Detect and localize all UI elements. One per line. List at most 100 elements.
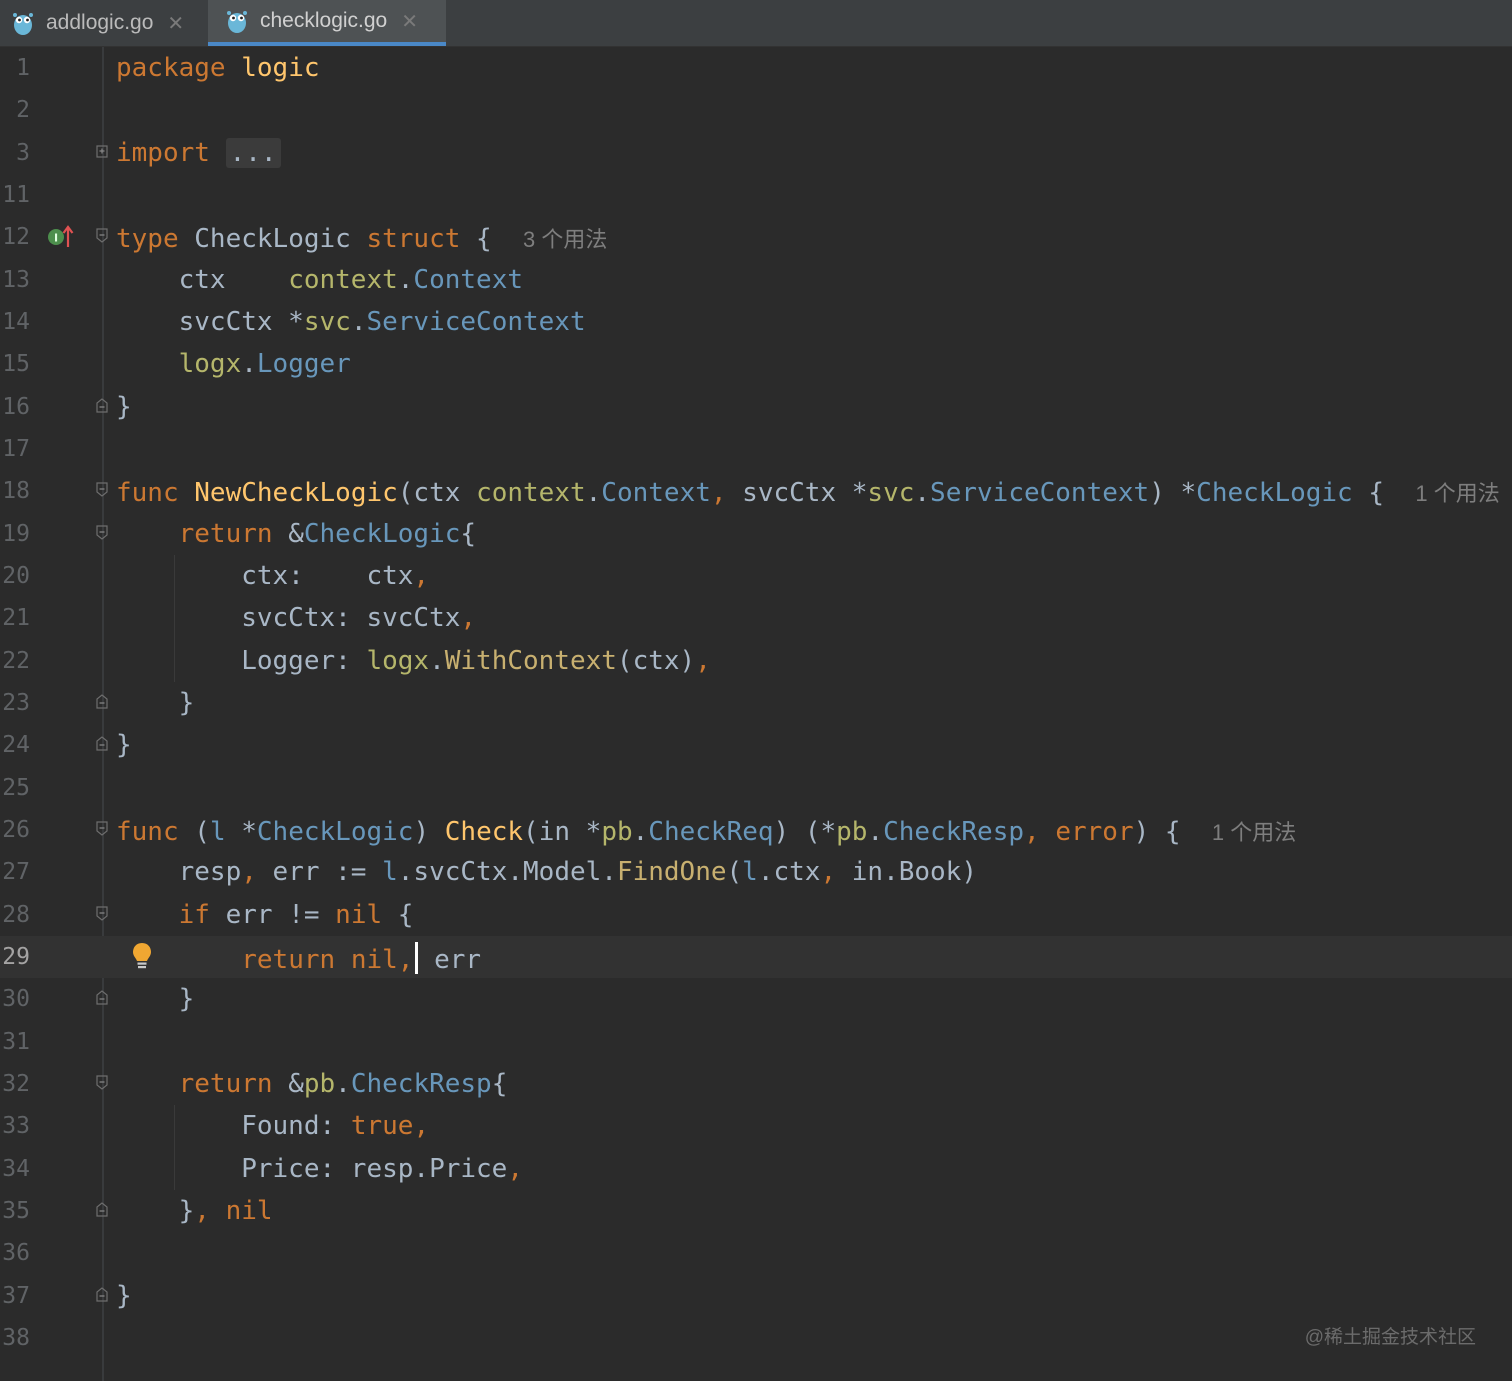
code-text[interactable]: svcCtx: svcCtx, (116, 603, 476, 633)
usage-hint[interactable]: 1 个用法 (1212, 820, 1296, 845)
code-text[interactable]: } (116, 688, 195, 718)
code-token: . (397, 265, 414, 295)
code-token: ) { (1133, 817, 1212, 847)
code-text[interactable]: logx.Logger (116, 349, 351, 379)
code-line[interactable]: 38 (0, 1317, 1512, 1359)
line-number: 38 (2, 1325, 30, 1351)
fold-toggle-icon[interactable] (96, 398, 108, 413)
code-line[interactable]: 32 return &pb.CheckResp{ (0, 1063, 1512, 1105)
code-line[interactable]: 27 resp, err := l.svcCtx.Model.FindOne(l… (0, 851, 1512, 893)
code-line[interactable]: 13 ctx context.Context (0, 259, 1512, 301)
code-text[interactable]: } (116, 730, 132, 760)
fold-toggle-icon[interactable] (96, 1287, 108, 1302)
code-line[interactable]: 33 Found: true, (0, 1105, 1512, 1147)
code-text[interactable]: return &CheckLogic{ (116, 519, 476, 549)
code-line[interactable]: 19 return &CheckLogic{ (0, 513, 1512, 555)
usage-hint[interactable]: 1 个用法 (1415, 481, 1499, 506)
fold-toggle-icon[interactable] (96, 525, 108, 540)
code-token: Check (444, 817, 524, 847)
code-token: CheckLogic (1196, 478, 1353, 508)
code-line[interactable]: 30 } (0, 978, 1512, 1020)
close-icon[interactable]: ✕ (167, 11, 184, 36)
fold-toggle-icon[interactable] (96, 1075, 108, 1090)
code-text[interactable]: } (116, 1281, 132, 1311)
fold-toggle-icon[interactable] (96, 1202, 108, 1217)
code-text[interactable]: }, nil (116, 1196, 273, 1226)
fold-toggle-icon[interactable] (96, 694, 108, 709)
code-text[interactable]: } (116, 984, 195, 1014)
usage-hint[interactable]: 3 个用法 (523, 227, 607, 252)
code-line[interactable]: 14 svcCtx *svc.ServiceContext (0, 301, 1512, 343)
code-text[interactable]: ctx: ctx, (116, 561, 429, 591)
code-line[interactable]: 26 func (l *CheckLogic) Check(in *pb.Chec… (0, 809, 1512, 851)
tab-checklogic[interactable]: checklogic.go ✕ (208, 0, 446, 46)
code-line[interactable]: 3 import ... (0, 132, 1512, 174)
code-line[interactable]: 28 if err != nil { (0, 894, 1512, 936)
code-text[interactable]: import ... (116, 138, 281, 168)
code-line[interactable]: 21 svcCtx: svcCtx, (0, 597, 1512, 639)
code-text[interactable]: return nil, err (116, 942, 481, 975)
code-token: { (491, 1069, 508, 1099)
close-icon[interactable]: ✕ (401, 9, 418, 34)
line-number: 17 (2, 436, 30, 462)
code-line[interactable]: 11 (0, 174, 1512, 216)
code-line[interactable]: 36 (0, 1232, 1512, 1274)
code-line[interactable]: 34 Price: resp.Price, (0, 1148, 1512, 1190)
code-line[interactable]: 25 (0, 767, 1512, 809)
code-line[interactable]: 15 logx.Logger (0, 343, 1512, 385)
code-line[interactable]: 16} (0, 386, 1512, 428)
code-line[interactable]: 35 }, nil (0, 1190, 1512, 1232)
code-token: import (116, 138, 210, 168)
code-line[interactable]: 24} (0, 724, 1512, 766)
tab-addlogic[interactable]: addlogic.go ✕ (0, 0, 208, 46)
code-text[interactable]: svcCtx *svc.ServiceContext (116, 307, 586, 337)
code-text[interactable]: return &pb.CheckResp{ (116, 1069, 508, 1099)
code-line[interactable]: 18 func NewCheckLogic(ctx context.Context… (0, 470, 1512, 512)
code-token: func (116, 478, 179, 508)
fold-toggle-icon[interactable] (96, 906, 108, 921)
code-token[interactable]: ... (225, 138, 281, 168)
fold-toggle-icon[interactable] (96, 990, 108, 1005)
line-number: 22 (2, 648, 30, 674)
code-token: } (116, 1281, 132, 1311)
code-token: , (194, 1196, 210, 1226)
code-line[interactable]: 37} (0, 1275, 1512, 1317)
code-line[interactable]: 17 (0, 428, 1512, 470)
code-text[interactable]: Found: true, (116, 1111, 429, 1141)
code-token: func (116, 817, 179, 847)
code-text[interactable]: func (l *CheckLogic) Check(in *pb.CheckR… (116, 815, 1296, 847)
code-line-current[interactable]: 29 return nil, err (0, 936, 1512, 978)
code-line[interactable]: 20 ctx: ctx, (0, 555, 1512, 597)
code-token: . (241, 349, 257, 379)
code-text[interactable]: Logger: logx.WithContext(ctx), (116, 646, 711, 676)
code-text[interactable]: } (116, 392, 132, 422)
fold-toggle-icon[interactable] (96, 736, 108, 751)
fold-toggle-icon[interactable] (96, 821, 108, 836)
code-line[interactable]: 12 Itype CheckLogic struct { 3 个用法 (0, 216, 1512, 258)
code-token: NewCheckLogic (194, 478, 398, 508)
fold-toggle-icon[interactable] (96, 228, 108, 243)
code-text[interactable]: if err != nil { (116, 900, 414, 930)
fold-toggle-icon[interactable] (96, 482, 108, 497)
code-text[interactable]: func NewCheckLogic(ctx context.Context, … (116, 476, 1500, 508)
code-line[interactable]: 23 } (0, 682, 1512, 724)
code-line[interactable]: 2 (0, 89, 1512, 131)
code-token: struct (366, 224, 461, 254)
code-line[interactable]: 1 package logic (0, 47, 1512, 89)
code-token: . (632, 817, 649, 847)
code-text[interactable]: package logic (116, 53, 320, 83)
gopher-icon (13, 13, 33, 35)
code-text[interactable]: ctx context.Context (116, 265, 523, 295)
fold-toggle-icon[interactable] (96, 144, 108, 159)
implemented-interface-icon[interactable]: I (46, 223, 76, 251)
code-editor[interactable]: 1 package logic 2 3 import ... 11 12 Itype … (0, 47, 1512, 1381)
code-token: true (350, 1111, 414, 1141)
code-text[interactable]: resp, err := l.svcCtx.Model.FindOne(l.ct… (116, 857, 977, 887)
code-line[interactable]: 31 (0, 1021, 1512, 1063)
code-line[interactable]: 22 Logger: logx.WithContext(ctx), (0, 640, 1512, 682)
code-text[interactable]: type CheckLogic struct { 3 个用法 (116, 222, 607, 254)
code-text[interactable]: Price: resp.Price, (116, 1154, 523, 1184)
code-token: err := (256, 857, 383, 887)
